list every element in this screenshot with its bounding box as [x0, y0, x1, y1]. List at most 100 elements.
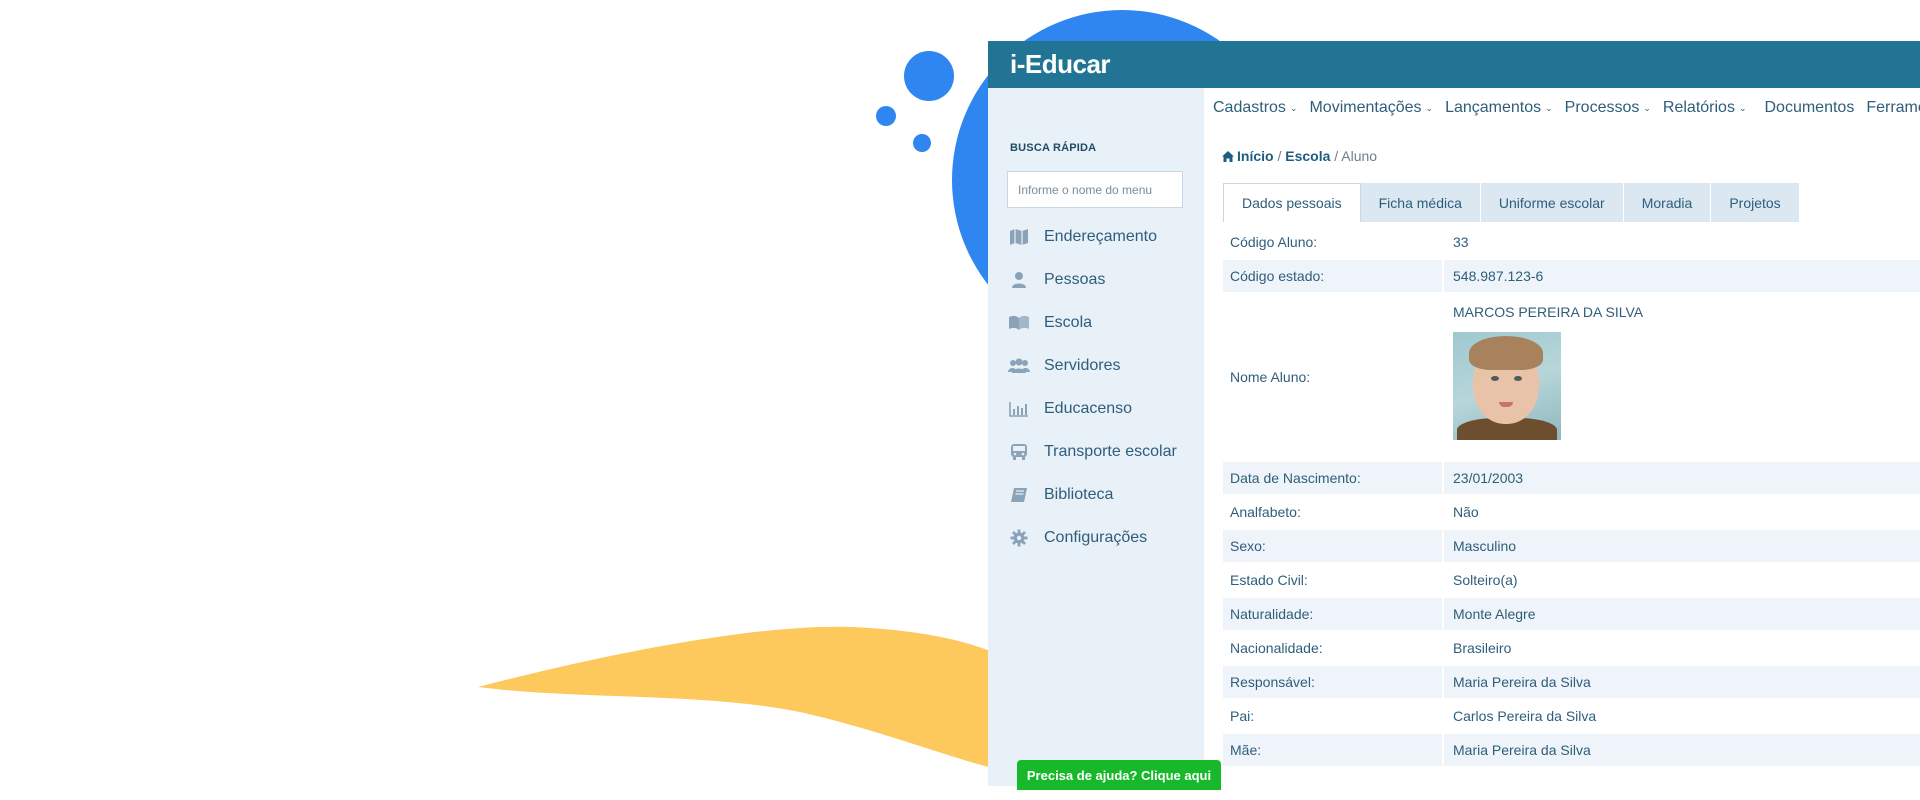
bar-chart-icon: [1008, 398, 1030, 420]
user-icon: [1008, 269, 1030, 291]
sidebar-item-label: Educacenso: [1044, 399, 1133, 417]
field-label: Responsável:: [1223, 666, 1444, 698]
sidebar-item-label: Biblioteca: [1044, 485, 1114, 503]
field-value: Monte Alegre: [1453, 606, 1536, 622]
sidebar-item-educacenso[interactable]: Educacenso: [988, 387, 1204, 430]
home-icon: [1222, 149, 1234, 165]
field-label: Analfabeto:: [1223, 496, 1444, 528]
field-value: 33: [1453, 234, 1469, 250]
bus-icon: [1008, 441, 1030, 463]
nav-item-ferramentas[interactable]: Ferramentas: [1866, 99, 1920, 117]
nav-item-label: Lançamentos: [1445, 99, 1542, 116]
field-label: Sexo:: [1223, 530, 1444, 562]
table-row: Nacionalidade: Brasileiro: [1223, 632, 1920, 666]
sidebar-item-servidores[interactable]: Servidores: [988, 344, 1204, 387]
map-icon: [1008, 226, 1030, 248]
breadcrumb: Início / Escola / Aluno: [1222, 148, 1377, 165]
help-button[interactable]: Precisa de ajuda? Clique aqui: [1017, 760, 1221, 790]
nav-item-lancamentos[interactable]: Lançamentos ⌄: [1445, 99, 1553, 117]
nav-item-movimentacoes[interactable]: Movimentações ⌄: [1309, 99, 1433, 117]
sidebar-menu: Endereçamento Pessoas Escola Servidores: [988, 215, 1204, 559]
nav-item-label: Processos: [1564, 99, 1640, 116]
nav-item-label: Movimentações: [1309, 99, 1422, 116]
field-label: Código estado:: [1223, 260, 1444, 292]
nav-item-label: Relatórios: [1662, 99, 1735, 116]
table-row: Sexo: Masculino: [1223, 530, 1920, 564]
tab-moradia[interactable]: Moradia: [1623, 183, 1712, 222]
top-bar: i-Educar: [988, 41, 1920, 88]
nav-item-label: Cadastros: [1213, 99, 1286, 116]
breadcrumb-separator: /: [1334, 148, 1339, 164]
sidebar-item-label: Pessoas: [1044, 270, 1106, 288]
sidebar-item-enderecamento[interactable]: Endereçamento: [988, 215, 1204, 258]
tab-ficha-medica[interactable]: Ficha médica: [1360, 183, 1481, 222]
nav-item-label: Ferramentas: [1866, 99, 1920, 116]
nav-item-cadastros[interactable]: Cadastros ⌄: [1213, 99, 1297, 117]
breadcrumb-home-link[interactable]: Início: [1237, 148, 1274, 164]
table-row: Nome Aluno: MARCOS PEREIRA DA SILVA: [1223, 294, 1920, 462]
sidebar: BUSCA RÁPIDA Endereçamento Pessoas Escol…: [988, 88, 1204, 786]
field-value: Brasileiro: [1453, 640, 1512, 656]
chevron-down-icon: ⌄: [1643, 102, 1651, 113]
table-row: Pai: Carlos Pereira da Silva: [1223, 700, 1920, 734]
breadcrumb-current: Aluno: [1341, 148, 1378, 164]
sidebar-item-biblioteca[interactable]: Biblioteca: [988, 473, 1204, 516]
field-value-group: MARCOS PEREIRA DA SILVA: [1444, 294, 1643, 460]
table-row: Mãe: Maria Pereira da Silva: [1223, 734, 1920, 768]
sidebar-item-label: Transporte escolar: [1044, 442, 1177, 460]
field-label: Pai:: [1223, 700, 1444, 732]
table-row: Data de Nascimento: 23/01/2003: [1223, 462, 1920, 496]
breadcrumb-separator: /: [1277, 148, 1282, 164]
breadcrumb-school-link[interactable]: Escola: [1285, 148, 1330, 164]
top-nav: Cadastros ⌄ Movimentações ⌄ Lançamentos ⌄ P…: [1204, 88, 1920, 128]
nav-item-documentos[interactable]: Documentos: [1765, 99, 1855, 117]
field-value: Solteiro(a): [1453, 572, 1518, 588]
field-label: Nome Aluno:: [1223, 294, 1444, 460]
field-label: Data de Nascimento:: [1223, 462, 1444, 494]
nav-item-processos[interactable]: Processos ⌄: [1565, 99, 1651, 117]
student-details-table: Código Aluno: 33 Código estado: 548.987.…: [1223, 226, 1920, 768]
sidebar-item-pessoas[interactable]: Pessoas: [988, 258, 1204, 301]
student-tabs: Dados pessoais Ficha médica Uniforme esc…: [1223, 183, 1800, 222]
table-row: Responsável: Maria Pereira da Silva: [1223, 666, 1920, 700]
chevron-down-icon: ⌄: [1545, 102, 1553, 113]
field-label: Nacionalidade:: [1223, 632, 1444, 664]
field-value: Carlos Pereira da Silva: [1453, 708, 1597, 724]
chevron-down-icon: ⌄: [1289, 102, 1298, 113]
table-row: Código estado: 548.987.123-6: [1223, 260, 1920, 294]
field-value: 548.987.123-6: [1453, 268, 1544, 284]
table-row: Código Aluno: 33: [1223, 226, 1920, 260]
nav-item-relatorios[interactable]: Relatórios ⌄: [1663, 99, 1747, 117]
gear-icon: [1008, 527, 1030, 549]
field-label: Mãe:: [1223, 734, 1444, 766]
quick-search-label: BUSCA RÁPIDA: [1010, 142, 1097, 154]
field-value: 23/01/2003: [1453, 470, 1524, 486]
tab-projetos[interactable]: Projetos: [1711, 183, 1800, 222]
field-label: Estado Civil:: [1223, 564, 1444, 596]
sidebar-item-configuracoes[interactable]: Configurações: [988, 516, 1204, 559]
student-name: MARCOS PEREIRA DA SILVA: [1453, 304, 1644, 320]
sidebar-item-escola[interactable]: Escola: [988, 301, 1204, 344]
quick-search-input[interactable]: [1007, 171, 1183, 208]
nav-item-label: Documentos: [1764, 99, 1855, 116]
field-label: Código Aluno:: [1223, 226, 1444, 258]
table-row: Estado Civil: Solteiro(a): [1223, 564, 1920, 598]
field-label: Naturalidade:: [1223, 598, 1444, 630]
field-value: Maria Pereira da Silva: [1453, 674, 1591, 690]
app-title: i-Educar: [1010, 49, 1111, 79]
users-icon: [1008, 355, 1030, 377]
chevron-down-icon: ⌄: [1425, 102, 1434, 113]
book-open-icon: [1008, 312, 1030, 334]
book-icon: [1008, 484, 1030, 506]
table-row: Analfabeto: Não: [1223, 496, 1920, 530]
field-value: Não: [1453, 504, 1479, 520]
sidebar-item-transporte-escolar[interactable]: Transporte escolar: [988, 430, 1204, 473]
tab-uniforme-escolar[interactable]: Uniforme escolar: [1480, 183, 1624, 222]
sidebar-item-label: Escola: [1044, 313, 1093, 331]
table-row: Naturalidade: Monte Alegre: [1223, 598, 1920, 632]
field-value: Masculino: [1453, 538, 1517, 554]
chevron-down-icon: ⌄: [1738, 102, 1747, 113]
app-window: i-Educar BUSCA RÁPIDA Endereçamento Pess…: [988, 41, 1920, 786]
sidebar-item-label: Endereçamento: [1044, 227, 1157, 245]
tab-dados-pessoais[interactable]: Dados pessoais: [1223, 183, 1361, 222]
